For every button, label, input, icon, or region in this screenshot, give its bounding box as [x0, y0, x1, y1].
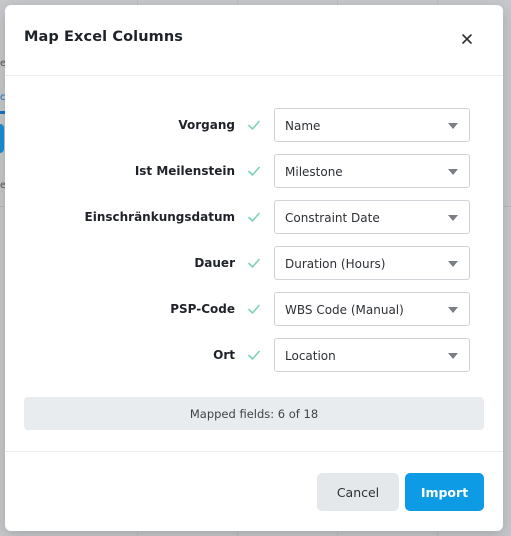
column-select[interactable]: Constraint Date [274, 200, 470, 234]
select-value: Constraint Date [285, 211, 380, 225]
background-button-fragment [0, 124, 4, 153]
column-select[interactable]: Name [274, 108, 470, 142]
map-columns-dialog: Map Excel Columns Vorgang Name Ist Meile… [5, 5, 503, 531]
mapped-fields-summary: Mapped fields: 6 of 18 [24, 397, 484, 430]
check-icon [248, 120, 260, 130]
caret-down-icon [448, 123, 458, 129]
caret-down-icon [448, 169, 458, 175]
mapping-row-wbs-code: PSP-Code WBS Code (Manual) [5, 292, 503, 328]
mapping-label: PSP-Code [170, 302, 235, 316]
mapping-row-vorgang: Vorgang Name [5, 108, 503, 144]
caret-down-icon [448, 307, 458, 313]
column-select[interactable]: Location [274, 338, 470, 372]
check-icon [248, 166, 260, 176]
dialog-title: Map Excel Columns [24, 29, 184, 45]
mapping-label: Einschränkungsdatum [84, 210, 235, 224]
caret-down-icon [448, 261, 458, 267]
close-button[interactable] [459, 31, 475, 47]
column-select[interactable]: Milestone [274, 154, 470, 188]
mapping-row-constraint-date: Einschränkungsdatum Constraint Date [5, 200, 503, 236]
mapping-row-duration: Dauer Duration (Hours) [5, 246, 503, 282]
mapping-label: Vorgang [178, 118, 235, 132]
mapped-fields-text: Mapped fields: 6 of 18 [189, 407, 319, 421]
mapping-label: Ist Meilenstein [134, 164, 235, 178]
column-select[interactable]: WBS Code (Manual) [274, 292, 470, 326]
mapping-label: Dauer [194, 256, 235, 270]
caret-down-icon [448, 353, 458, 359]
check-icon [248, 212, 260, 222]
column-select[interactable]: Duration (Hours) [274, 246, 470, 280]
dialog-header: Map Excel Columns [5, 5, 503, 76]
close-icon [462, 34, 472, 44]
check-icon [248, 304, 260, 314]
caret-down-icon [448, 215, 458, 221]
check-icon [248, 258, 260, 268]
check-icon [248, 350, 260, 360]
import-button[interactable]: Import [405, 473, 484, 511]
mapping-label: Ort [213, 348, 235, 362]
select-value: Location [285, 349, 336, 363]
select-value: Duration (Hours) [285, 257, 386, 271]
select-value: Milestone [285, 165, 343, 179]
select-value: Name [285, 119, 321, 133]
mapping-row-location: Ort Location [5, 338, 503, 374]
cancel-button[interactable]: Cancel [317, 473, 399, 511]
mapping-row-milestone: Ist Meilenstein Milestone [5, 154, 503, 190]
select-value: WBS Code (Manual) [285, 303, 404, 317]
dialog-footer-divider [5, 451, 503, 452]
